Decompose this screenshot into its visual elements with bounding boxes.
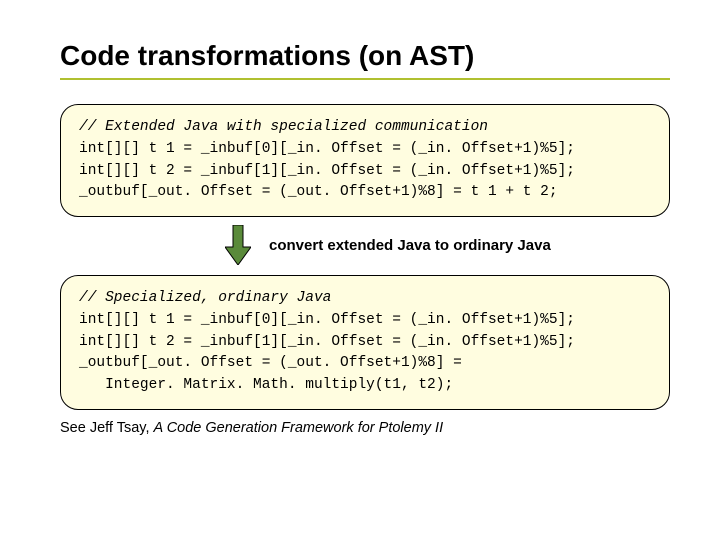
down-arrow-icon <box>225 225 251 265</box>
arrow-row: convert extended Java to ordinary Java <box>60 225 670 265</box>
footnote-prefix: See <box>60 420 90 436</box>
code-line: int[][] t 2 = _inbuf[1][_in. Offset = (_… <box>79 334 575 350</box>
code-box-ordinary-java: // Specialized, ordinary Java int[][] t … <box>60 275 670 410</box>
slide-title: Code transformations (on AST) <box>60 40 670 72</box>
footnote: See Jeff Tsay, A Code Generation Framewo… <box>60 420 670 436</box>
code-line: int[][] t 1 = _inbuf[0][_in. Offset = (_… <box>79 312 575 328</box>
code-line: _outbuf[_out. Offset = (_out. Offset+1)%… <box>79 355 462 371</box>
footnote-sep: , <box>145 420 153 436</box>
code-comment: // Extended Java with specialized commun… <box>79 119 488 135</box>
code-line: Integer. Matrix. Math. multiply(t1, t2); <box>79 377 453 393</box>
arrow-label: convert extended Java to ordinary Java <box>269 237 551 254</box>
footnote-author: Jeff Tsay <box>90 420 146 436</box>
code-line: int[][] t 1 = _inbuf[0][_in. Offset = (_… <box>79 141 575 157</box>
title-underline <box>60 78 670 80</box>
code-line: _outbuf[_out. Offset = (_out. Offset+1)%… <box>79 184 558 200</box>
code-comment: // Specialized, ordinary Java <box>79 290 331 306</box>
code-line: int[][] t 2 = _inbuf[1][_in. Offset = (_… <box>79 163 575 179</box>
code-box-extended-java: // Extended Java with specialized commun… <box>60 104 670 217</box>
footnote-work: A Code Generation Framework for Ptolemy … <box>154 420 444 436</box>
